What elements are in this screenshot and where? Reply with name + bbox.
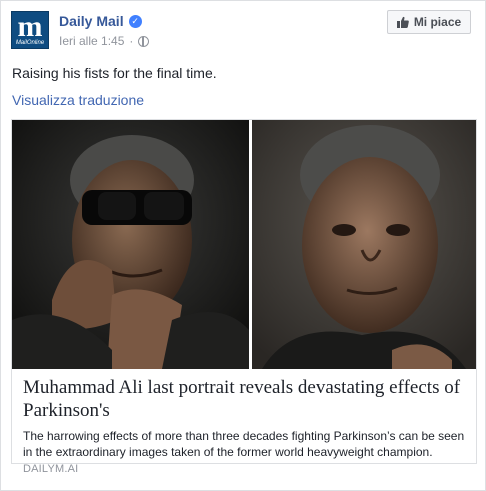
link-domain: DAILYM.AI [23, 463, 79, 475]
link-title[interactable]: Muhammad Ali last portrait reveals devas… [23, 376, 468, 422]
post-timestamp[interactable]: Ieri alle 1:45 [59, 34, 124, 48]
link-preview-card[interactable]: Muhammad Ali last portrait reveals devas… [11, 119, 477, 475]
like-page-button[interactable]: Mi piace [387, 10, 471, 34]
facebook-post: m MailOnline Daily Mail ✓ Ieri alle 1:45… [0, 0, 486, 491]
link-description: The harrowing effects of more than three… [23, 429, 465, 459]
page-name-link[interactable]: Daily Mail [59, 13, 124, 29]
separator-dot: · [129, 34, 134, 48]
post-meta: Ieri alle 1:45 · [59, 34, 150, 48]
portrait-image-closeup[interactable] [252, 120, 476, 369]
page-header: Daily Mail ✓ [59, 13, 142, 29]
daily-mail-logo-sub: MailOnline [15, 40, 45, 46]
page-avatar[interactable]: m MailOnline [11, 11, 49, 49]
daily-mail-logo-letter: m [17, 10, 43, 43]
verified-check-icon: ✓ [128, 14, 142, 28]
like-button-label: Mi piace [413, 15, 462, 29]
see-translation-link[interactable]: Visualizza traduzione [12, 92, 144, 108]
portrait-image-sunglasses[interactable] [12, 120, 249, 369]
post-message: Raising his fists for the final time. [12, 65, 217, 81]
link-preview-images[interactable] [12, 120, 476, 369]
globe-icon[interactable] [138, 35, 150, 47]
thumbs-up-icon [396, 16, 409, 28]
